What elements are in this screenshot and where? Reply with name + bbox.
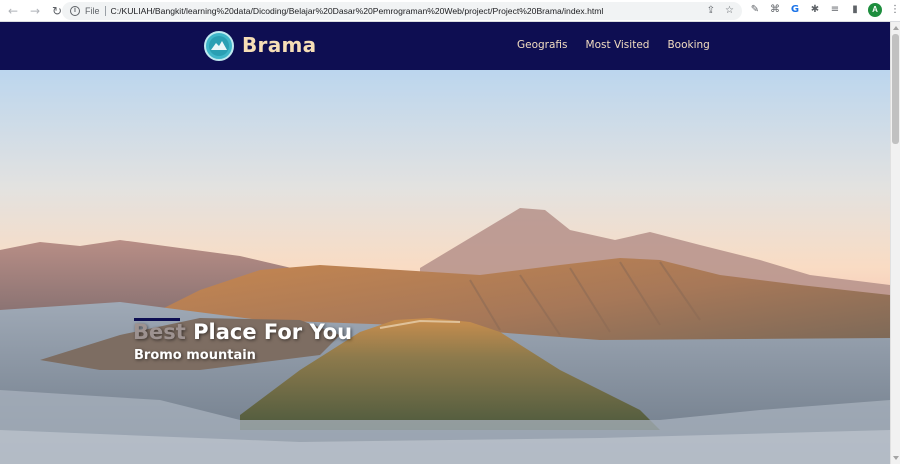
main-menu: Geografis Most Visited Booking (517, 39, 710, 51)
back-icon[interactable]: ← (4, 2, 22, 20)
profile-avatar[interactable]: A (868, 3, 882, 17)
extensions-puzzle-icon[interactable]: ✱ (808, 3, 822, 17)
extension-code-icon[interactable]: ⌘ (768, 3, 782, 17)
address-bar-actions: ⇪ ☆ (707, 5, 734, 17)
bromo-mountain-image (0, 70, 890, 464)
hero-title-highlight: Best (133, 320, 186, 344)
extension-translate-icon[interactable]: G (788, 3, 802, 17)
hero-subtitle: Bromo mountain (134, 348, 256, 363)
browser-menu-icon[interactable]: ⋮ (888, 3, 900, 17)
address-bar[interactable]: i File C:/KULIAH/Bangkit/learning%20data… (62, 2, 742, 20)
hero-banner: Best Place For You Bromo mountain (0, 70, 890, 464)
brand-name[interactable]: Brama (242, 33, 316, 57)
scheme-label: File (85, 6, 100, 16)
nav-link-most-visited[interactable]: Most Visited (586, 39, 650, 51)
nav-link-booking[interactable]: Booking (667, 39, 709, 51)
hero-title: Best Place For You (133, 320, 352, 344)
page-scrollbar[interactable] (890, 22, 900, 464)
side-panel-icon[interactable]: ▮ (848, 3, 862, 17)
share-icon[interactable]: ⇪ (707, 5, 715, 17)
address-divider (104, 6, 106, 16)
site-navbar: Brama Geografis Most Visited Booking (0, 22, 890, 70)
bookmark-star-icon[interactable]: ☆ (725, 5, 734, 17)
page-viewport: Brama Geografis Most Visited Booking Bes… (0, 22, 890, 464)
url-text[interactable]: C:/KULIAH/Bangkit/learning%20data/Dicodi… (111, 6, 604, 16)
reading-list-icon[interactable]: ≡ (828, 3, 842, 17)
scroll-thumb[interactable] (892, 34, 899, 144)
brand-logo-icon[interactable] (204, 31, 234, 61)
nav-link-geografis[interactable]: Geografis (517, 39, 568, 51)
forward-icon[interactable]: → (26, 2, 44, 20)
extension-pen-icon[interactable]: ✎ (748, 3, 762, 17)
extensions-bar: ✎ ⌘ G ✱ ≡ ▮ A ⋮ (748, 3, 900, 17)
hero-title-rest: Place For You (185, 320, 353, 344)
scroll-down-arrow-icon[interactable] (893, 456, 899, 460)
browser-toolbar: ← → ↻ i File C:/KULIAH/Bangkit/learning%… (0, 0, 900, 22)
scroll-up-arrow-icon[interactable] (893, 26, 899, 30)
site-info-icon[interactable]: i (70, 6, 80, 16)
